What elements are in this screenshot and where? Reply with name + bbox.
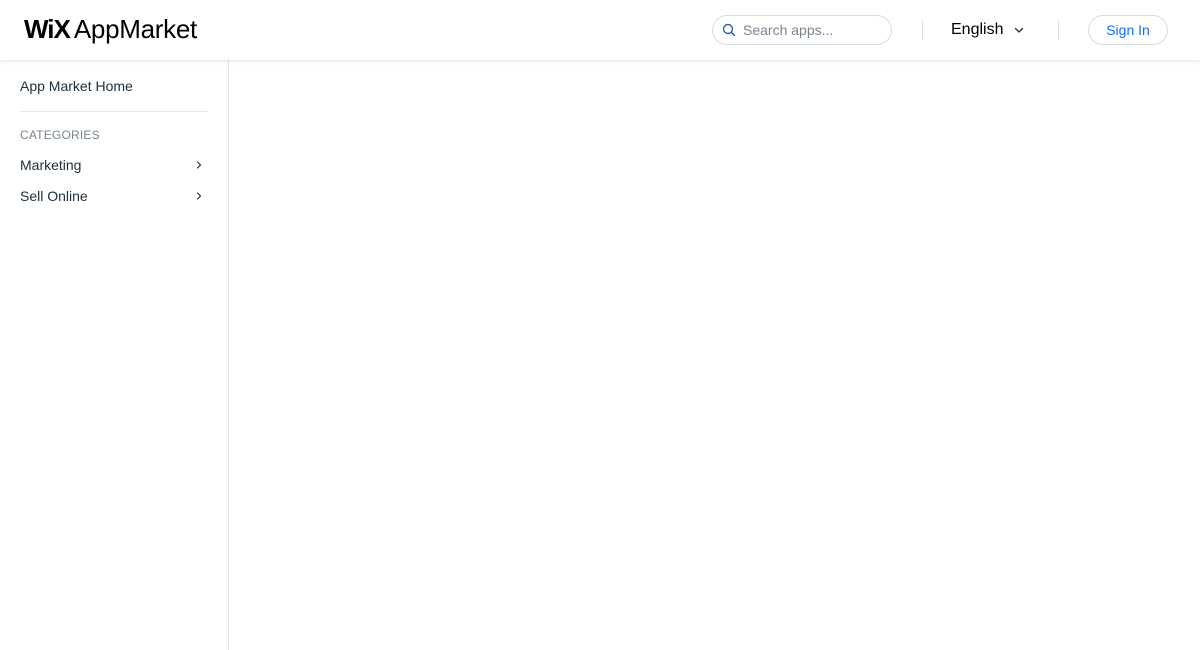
categories-heading: CATEGORIES [20,128,100,142]
sidebar-item-label: Marketing [20,157,82,173]
header-divider-right [1058,20,1059,40]
logo-app-market-text: AppMarket [73,14,197,44]
logo-wix-wordmark: WiX [24,14,71,44]
chevron-right-icon [194,191,204,201]
sign-in-button[interactable]: Sign In [1088,15,1168,45]
wix-app-market-logo[interactable]: WiX AppMarket [24,13,197,45]
chevron-right-icon [194,160,204,170]
search-input[interactable] [743,20,883,40]
main-content-area [230,60,1200,650]
sidebar: App Market Home CATEGORIES Marketing Sel… [0,60,229,650]
sidebar-item-label: Sell Online [20,188,88,204]
search-icon [722,23,736,37]
language-label: English [951,21,1004,38]
sidebar-item-marketing[interactable]: Marketing [20,154,208,176]
sidebar-item-sell-online[interactable]: Sell Online [20,185,208,207]
header-divider-left [922,20,923,40]
sidebar-divider [20,111,208,112]
chevron-down-icon [1013,24,1025,36]
search-box[interactable] [712,15,892,45]
language-selector[interactable]: English [951,18,1025,42]
sidebar-item-app-market-home[interactable]: App Market Home [20,78,133,94]
top-header: WiX AppMarket English Sign In [0,0,1200,60]
